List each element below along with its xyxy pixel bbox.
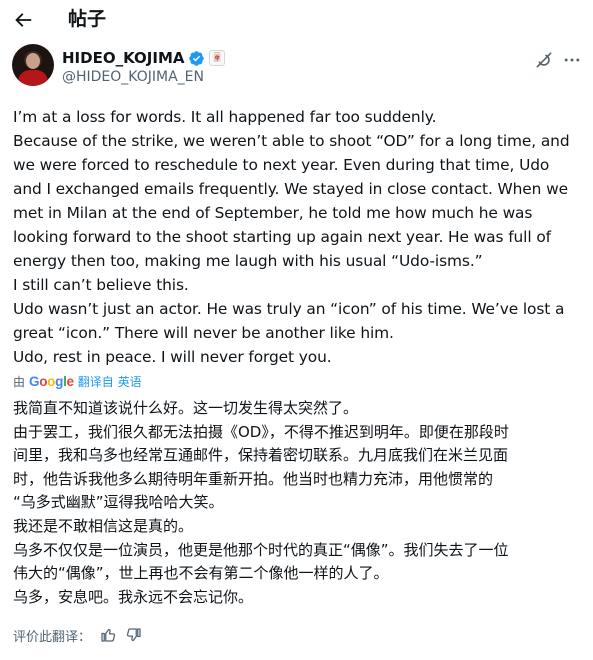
translated-by-label: 由 <box>13 374 26 389</box>
translation-line: 伟大的“偶像”，世上再也不会有第二个像他一样的人了。 <box>13 564 389 583</box>
post-line: met in Milan at the end of September, he… <box>13 204 533 222</box>
google-letter: e <box>66 373 75 389</box>
thumbs-down-icon[interactable] <box>125 626 143 644</box>
grok-icon[interactable] <box>534 50 554 70</box>
back-button[interactable] <box>8 5 38 35</box>
google-letter: g <box>55 373 64 389</box>
google-letter: o <box>47 373 56 389</box>
post-line: Udo, rest in peace. I will never forget … <box>13 348 332 366</box>
translation-line: 由于罢工，我们很久都无法拍摄《OD》，不得不推迟到明年。即便在那段时 <box>13 422 509 441</box>
google-logo: Google <box>29 374 74 389</box>
translation-attribution: 由 Google 翻译自 英语 <box>13 372 142 390</box>
rate-translation: 评价此翻译： <box>13 625 143 645</box>
google-letter: o <box>39 373 48 389</box>
author-display-name[interactable]: HIDEO_KOJIMA <box>62 48 184 68</box>
translation-line: 我简直不知道该说什么好。这一切发生得太突然了。 <box>13 399 359 417</box>
affiliate-badge[interactable]: 🀄 <box>209 50 226 66</box>
post-text: I’m at a loss for words. It all happened… <box>13 105 583 369</box>
avatar[interactable] <box>12 44 54 86</box>
translation-line: 间里，我和乌多也经常互通邮件，保持着密切联系。九月底我们在米兰见面 <box>13 446 509 465</box>
post-line: I still can’t believe this. <box>13 276 189 294</box>
author-handle[interactable]: @HIDEO_KOJIMA_EN <box>62 68 204 86</box>
translated-text: 我简直不知道该说什么好。这一切发生得太突然了。 由于罢工，我们很久都无法拍摄《O… <box>13 397 588 609</box>
rate-translation-label: 评价此翻译： <box>13 629 92 645</box>
post-line: we were forced to reschedule to next yea… <box>13 156 550 174</box>
page-title: 帖子 <box>68 8 107 30</box>
post-line: Because of the strike, we weren’t able t… <box>13 132 570 150</box>
top-bar: 帖子 <box>0 0 593 40</box>
translation-line: 乌多，安息吧。我永远不会忘记你。 <box>13 587 254 606</box>
verified-badge-icon[interactable] <box>188 50 205 67</box>
post-line: Udo wasn’t just an actor. He was truly a… <box>13 300 565 318</box>
thumbs-up-icon[interactable] <box>99 626 117 644</box>
translation-line: 我还是不敢相信这是真的。 <box>13 516 194 535</box>
post-line: great “icon.” There will never be anothe… <box>13 324 394 342</box>
author-name-row: HIDEO_KOJIMA 🀄 <box>62 47 226 69</box>
post-line: looking forward to the shoot starting up… <box>13 228 551 246</box>
post-line: energy then too, making me laugh with hi… <box>13 252 483 270</box>
google-letter: G <box>29 373 40 389</box>
back-arrow-icon <box>15 13 32 27</box>
post-line: I’m at a loss for words. It all happened… <box>13 108 437 126</box>
translation-line: 乌多不仅仅是一位演员，他更是他那个时代的真正“偶像”。我们失去了一位 <box>13 540 509 559</box>
translation-line: 时，他告诉我他多么期待明年重新开拍。他当时也精力充沛，用他惯常的 <box>13 469 494 488</box>
translated-from-link[interactable]: 翻译自 英语 <box>78 373 142 390</box>
post-line: and I exchanged emails frequently. We st… <box>13 180 568 198</box>
translation-line: “乌多式幽默”逗得我哈哈大笑。 <box>13 493 224 512</box>
more-icon[interactable] <box>562 50 582 70</box>
